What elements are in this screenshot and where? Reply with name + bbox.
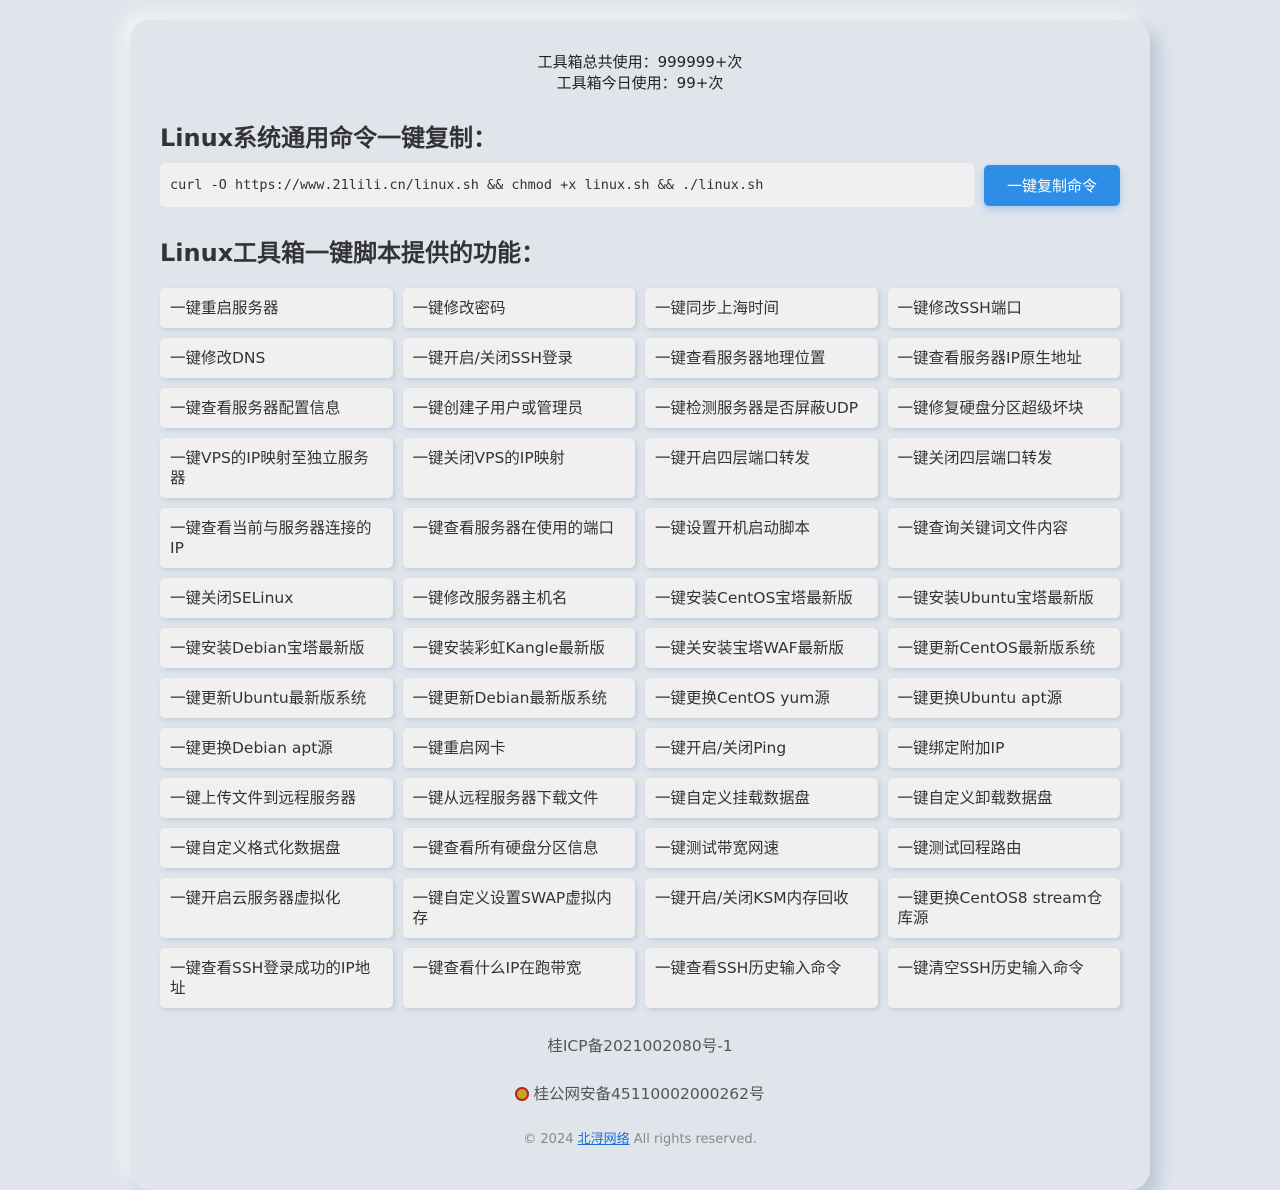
command-heading: Linux系统通用命令一键复制： — [160, 124, 498, 152]
feature-button[interactable]: 一键上传文件到远程服务器 — [160, 778, 393, 818]
feature-button[interactable]: 一键更换CentOS yum源 — [645, 678, 878, 718]
feature-button[interactable]: 一键更换CentOS8 stream仓库源 — [887, 878, 1120, 938]
feature-grid: 一键重启服务器 一键修改密码 一键同步上海时间 一键修改SSH端口 一键修改DNS 一键开… — [160, 288, 1120, 1018]
feature-button[interactable]: 一键安装Debian宝塔最新版 — [160, 628, 393, 668]
feature-row: 一键安装Debian宝塔最新版 一键安装彩虹Kangle最新版 一键关安装宝塔WAF… — [160, 628, 1120, 668]
today-usage-label: 工具箱今日使用： — [556, 74, 677, 92]
copyright: © 2024 北浔网络 All rights reserved. — [130, 1128, 1150, 1147]
feature-button[interactable]: 一键创建子用户或管理员 — [402, 388, 635, 428]
feature-row: 一键更新Ubuntu最新版系统 一键更新Debian最新版系统 一键更换CentOS… — [160, 678, 1120, 718]
police-record-text: 桂公网安备45110002000262号 — [533, 1085, 765, 1103]
police-badge-icon — [515, 1087, 530, 1101]
feature-row: 一键重启服务器 一键修改密码 一键同步上海时间 一键修改SSH端口 — [160, 288, 1120, 328]
feature-row: 一键自定义格式化数据盘 一键查看所有硬盘分区信息 一键测试带宽网速 一键测试回程路由 — [160, 828, 1120, 868]
feature-row: 一键查看服务器配置信息 一键创建子用户或管理员 一键检测服务器是否屏蔽UDP 一键修复… — [160, 388, 1120, 428]
today-usage-value: 99+次 — [676, 74, 724, 92]
feature-button[interactable]: 一键检测服务器是否屏蔽UDP — [645, 388, 878, 428]
feature-button[interactable]: 一键安装彩虹Kangle最新版 — [402, 628, 635, 668]
feature-button[interactable]: 一键查询关键词文件内容 — [887, 508, 1120, 568]
copy-command-button[interactable]: 一键复制命令 — [984, 165, 1120, 206]
feature-button[interactable]: 一键测试回程路由 — [887, 828, 1120, 868]
feature-button[interactable]: 一键开启/关闭SSH登录 — [402, 338, 635, 378]
copyright-suffix: All rights reserved. — [633, 1132, 757, 1147]
feature-button[interactable]: 一键修复硬盘分区超级坏块 — [887, 388, 1120, 428]
feature-row: 一键上传文件到远程服务器 一键从远程服务器下载文件 一键自定义挂载数据盘 一键自定义卸… — [160, 778, 1120, 818]
feature-button[interactable]: 一键VPS的IP映射至独立服务器 — [160, 438, 393, 498]
feature-button[interactable]: 一键关闭SELinux — [160, 578, 393, 618]
usage-stats: 工具箱总共使用：999999+次 工具箱今日使用：99+次 — [130, 52, 1150, 94]
feature-row: 一键开启云服务器虚拟化 一键自定义设置SWAP虚拟内存 一键开启/关闭KSM内存回收… — [160, 878, 1120, 938]
feature-button[interactable]: 一键查看什么IP在跑带宽 — [402, 948, 635, 1008]
feature-button[interactable]: 一键开启四层端口转发 — [645, 438, 878, 498]
feature-button[interactable]: 一键查看服务器在使用的端口 — [402, 508, 635, 568]
feature-button[interactable]: 一键关安装宝塔WAF最新版 — [645, 628, 878, 668]
feature-button[interactable]: 一键查看所有硬盘分区信息 — [402, 828, 635, 868]
total-usage: 工具箱总共使用：999999+次 — [130, 52, 1150, 73]
feature-button[interactable]: 一键查看服务器IP原生地址 — [887, 338, 1120, 378]
feature-button[interactable]: 一键更换Debian apt源 — [160, 728, 393, 768]
feature-button[interactable]: 一键自定义格式化数据盘 — [160, 828, 393, 868]
company-link[interactable]: 北浔网络 — [578, 1132, 630, 1147]
feature-button[interactable]: 一键绑定附加IP — [887, 728, 1120, 768]
features-heading: Linux工具箱一键脚本提供的功能： — [160, 239, 546, 267]
feature-button[interactable]: 一键开启/关闭Ping — [645, 728, 878, 768]
feature-button[interactable]: 一键更新Ubuntu最新版系统 — [160, 678, 393, 718]
feature-button[interactable]: 一键关闭VPS的IP映射 — [402, 438, 635, 498]
feature-button[interactable]: 一键更新Debian最新版系统 — [402, 678, 635, 718]
feature-button[interactable]: 一键从远程服务器下载文件 — [402, 778, 635, 818]
command-text[interactable]: curl -O https://www.21lili.cn/linux.sh &… — [160, 163, 974, 207]
feature-row: 一键关闭SELinux 一键修改服务器主机名 一键安装CentOS宝塔最新版 一键安装… — [160, 578, 1120, 618]
feature-button[interactable]: 一键重启网卡 — [402, 728, 635, 768]
feature-button[interactable]: 一键安装Ubuntu宝塔最新版 — [887, 578, 1120, 618]
feature-button[interactable]: 一键查看服务器地理位置 — [645, 338, 878, 378]
feature-button[interactable]: 一键自定义设置SWAP虚拟内存 — [402, 878, 635, 938]
feature-button[interactable]: 一键开启/关闭KSM内存回收 — [645, 878, 878, 938]
feature-button[interactable]: 一键查看SSH登录成功的IP地址 — [160, 948, 393, 1008]
feature-button[interactable]: 一键自定义卸载数据盘 — [887, 778, 1120, 818]
feature-button[interactable]: 一键安装CentOS宝塔最新版 — [645, 578, 878, 618]
police-record[interactable]: 桂公网安备45110002000262号 — [130, 1082, 1150, 1104]
icp-record[interactable]: 桂ICP备2021002080号-1 — [130, 1034, 1150, 1056]
feature-button[interactable]: 一键开启云服务器虚拟化 — [160, 878, 393, 938]
main-card: 工具箱总共使用：999999+次 工具箱今日使用：99+次 Linux系统通用命… — [130, 20, 1150, 1190]
feature-row: 一键查看SSH登录成功的IP地址 一键查看什么IP在跑带宽 一键查看SSH历史输入命… — [160, 948, 1120, 1008]
feature-button[interactable]: 一键修改DNS — [160, 338, 393, 378]
copyright-prefix: © 2024 — [523, 1132, 574, 1147]
feature-button[interactable]: 一键同步上海时间 — [645, 288, 878, 328]
feature-button[interactable]: 一键重启服务器 — [160, 288, 393, 328]
feature-button[interactable]: 一键修改服务器主机名 — [402, 578, 635, 618]
total-usage-value: 999999+次 — [657, 53, 743, 71]
feature-button[interactable]: 一键更新CentOS最新版系统 — [887, 628, 1120, 668]
feature-button[interactable]: 一键测试带宽网速 — [645, 828, 878, 868]
feature-row: 一键修改DNS 一键开启/关闭SSH登录 一键查看服务器地理位置 一键查看服务器IP原… — [160, 338, 1120, 378]
feature-row: 一键更换Debian apt源 一键重启网卡 一键开启/关闭Ping 一键绑定附加IP — [160, 728, 1120, 768]
feature-button[interactable]: 一键查看当前与服务器连接的IP — [160, 508, 393, 568]
feature-button[interactable]: 一键修改密码 — [402, 288, 635, 328]
feature-button[interactable]: 一键查看服务器配置信息 — [160, 388, 393, 428]
total-usage-label: 工具箱总共使用： — [537, 53, 658, 71]
feature-button[interactable]: 一键设置开机启动脚本 — [645, 508, 878, 568]
feature-button[interactable]: 一键关闭四层端口转发 — [887, 438, 1120, 498]
feature-button[interactable]: 一键更换Ubuntu apt源 — [887, 678, 1120, 718]
feature-button[interactable]: 一键自定义挂载数据盘 — [645, 778, 878, 818]
feature-button[interactable]: 一键清空SSH历史输入命令 — [887, 948, 1120, 1008]
feature-row: 一键查看当前与服务器连接的IP 一键查看服务器在使用的端口 一键设置开机启动脚本 一键… — [160, 508, 1120, 568]
today-usage: 工具箱今日使用：99+次 — [130, 73, 1150, 94]
feature-button[interactable]: 一键查看SSH历史输入命令 — [645, 948, 878, 1008]
feature-row: 一键VPS的IP映射至独立服务器 一键关闭VPS的IP映射 一键开启四层端口转发 一键… — [160, 438, 1120, 498]
feature-button[interactable]: 一键修改SSH端口 — [887, 288, 1120, 328]
